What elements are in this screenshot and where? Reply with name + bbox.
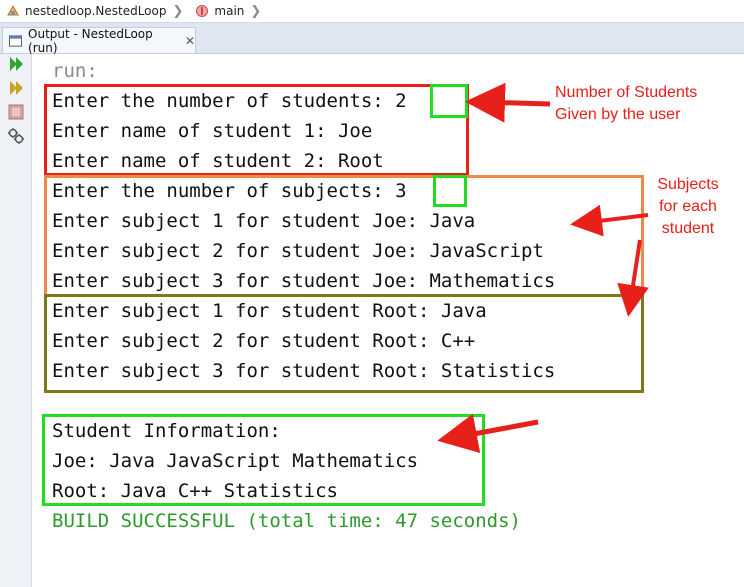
console-line: run:: [52, 60, 98, 82]
annotation-text: Subjects: [657, 176, 719, 193]
students-count-highlight: [430, 84, 468, 118]
output-window-icon: [9, 34, 23, 47]
breadcrumb: nestedloop.NestedLoop ❯ main ❯: [0, 0, 744, 23]
rerun-icon[interactable]: [7, 55, 25, 73]
output-toolbar: [0, 54, 32, 587]
students-input-box: [44, 84, 469, 176]
stop-icon[interactable]: [7, 103, 25, 121]
tab-output[interactable]: Output - NestedLoop (run) ✕: [2, 26, 196, 55]
arrow-students: [465, 82, 551, 123]
subjects-root-box: [44, 294, 644, 393]
annotation-text: for each: [659, 198, 717, 215]
rerun-with-params-icon[interactable]: [7, 79, 25, 97]
build-status: BUILD SUCCESSFUL (total time: 47 seconds…: [52, 510, 521, 532]
output-tabbar: Output - NestedLoop (run) ✕: [0, 23, 744, 55]
subjects-count-highlight: [433, 175, 467, 207]
close-icon[interactable]: ✕: [185, 34, 195, 48]
tab-output-label: Output - NestedLoop (run): [28, 26, 153, 55]
annotation-text: Number of Students: [555, 84, 698, 101]
annotation-text: student: [661, 220, 715, 237]
annotation-subjects: Subjects for each student: [650, 174, 726, 240]
breadcrumb-method-label: main: [214, 4, 245, 18]
breadcrumb-project-label: nestedloop.NestedLoop: [25, 4, 167, 18]
student-info-box: [42, 414, 485, 506]
breadcrumb-method[interactable]: main: [189, 4, 244, 18]
annotation-text: Given by the user: [555, 106, 681, 123]
breadcrumb-project[interactable]: nestedloop.NestedLoop: [0, 4, 167, 18]
settings-icon[interactable]: [7, 127, 25, 145]
subjects-joe-box: [44, 175, 644, 297]
annotation-students: Number of Students Given by the user: [555, 82, 697, 126]
chevron-right-icon: ❯: [250, 3, 262, 19]
class-icon: [7, 4, 19, 16]
method-icon: [196, 5, 209, 17]
chevron-right-icon: ❯: [172, 3, 184, 19]
